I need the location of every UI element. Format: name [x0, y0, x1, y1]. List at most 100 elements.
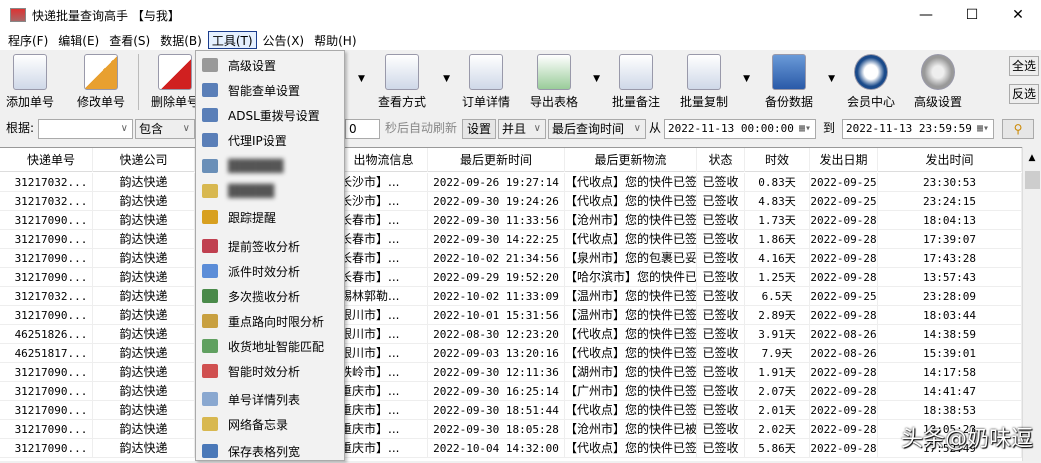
dropdown-icon[interactable]: ▼ — [828, 74, 835, 84]
table-row[interactable]: 31217090... 韵达快递 重庆市】... 2022-09-30 18:51:4… — [0, 401, 1022, 420]
scroll-thumb[interactable] — [1025, 171, 1040, 189]
table-cell: 2022-09-25 — [810, 192, 878, 211]
menu-data[interactable]: 数据(B) — [156, 31, 206, 49]
table-row[interactable]: 31217090... 韵达快递 铁岭市】... 2022-09-30 12:11:3… — [0, 363, 1022, 382]
table-row[interactable]: 31217090... 韵达快递 重庆市】... 2022-10-04 14:32:0… — [0, 439, 1022, 458]
table-row[interactable]: 31217032... 韵达快递 长沙市】... 2022-09-26 19:27:1… — [0, 173, 1022, 192]
column-header[interactable]: 发出时间 — [878, 148, 1022, 172]
menu-item[interactable]: █████ — [196, 179, 344, 203]
column-header[interactable]: 最后更新时间 — [428, 148, 565, 172]
chevron-down-icon: ∨ — [633, 123, 641, 134]
advanced-settings-button[interactable]: 高级设置 — [914, 54, 962, 110]
table-row[interactable]: 31217090... 韵达快递 长春市】... 2022-10-02 21:34:5… — [0, 249, 1022, 268]
column-header[interactable]: 最后更新物流 — [565, 148, 697, 172]
table-row[interactable]: 31217090... 韵达快递 长春市】... 2022-09-30 11:33:5… — [0, 211, 1022, 230]
batch-copy-button[interactable]: 批量复制 ▼ — [680, 54, 750, 110]
menu-item[interactable]: 高级设置 — [196, 53, 344, 77]
table-cell: 31217090... — [10, 420, 93, 439]
menu-item[interactable]: ██████ — [196, 154, 344, 178]
table-row[interactable]: 31217090... 韵达快递 重庆市】... 2022-09-30 18:05:2… — [0, 420, 1022, 439]
calendar-icon[interactable]: ▦▾ — [977, 120, 989, 138]
filter-bar: 根据: ∨ 包含 ∨ 0 秒后自动刷新 设置 并且 ∨ 最后查询时间 ∨ 从 2022… — [0, 117, 1041, 141]
menu-item[interactable]: 派件时效分析 — [196, 259, 344, 283]
table-cell: 韵达快递 — [93, 249, 195, 268]
vertical-scrollbar[interactable]: ▲ — [1022, 147, 1041, 461]
menu-item[interactable]: 智能查单设置 — [196, 78, 344, 102]
table-cell: 1.25天 — [745, 268, 810, 287]
backup-data-button[interactable]: 备份数据 ▼ — [765, 54, 835, 110]
view-mode-button[interactable]: 查看方式 ▼ ▼ — [358, 54, 450, 110]
dropdown-icon[interactable]: ▼ — [593, 74, 600, 84]
table-row[interactable]: 46251826... 韵达快递 银川市】... 2022-08-30 12:23:2… — [0, 325, 1022, 344]
to-datetime-picker[interactable]: 2022-11-13 23:59:59 ▦▾ — [842, 119, 994, 139]
maximize-button[interactable]: ☐ — [949, 0, 995, 30]
invert-selection-button[interactable]: 反选 — [1009, 84, 1039, 104]
table-cell: 2022-10-01 15:31:56 — [428, 306, 565, 325]
batch-note-button[interactable]: 批量备注 — [612, 54, 660, 110]
menu-item[interactable]: 代理IP设置 — [196, 128, 344, 152]
table-row[interactable]: 46251817... 韵达快递 银川市】... 2022-09-03 13:20:1… — [0, 344, 1022, 363]
order-detail-button[interactable]: 订单详情 — [462, 54, 510, 110]
member-center-button[interactable]: 会员中心 — [847, 54, 895, 110]
delete-number-button[interactable]: 删除单号 — [151, 54, 199, 110]
time-field-select[interactable]: 最后查询时间 ∨ — [548, 119, 646, 139]
menu-item-label: 保存表格列宽 — [228, 444, 301, 459]
search-button[interactable]: ⚲ — [1002, 119, 1034, 139]
table-row[interactable]: 31217090... 韵达快递 重庆市】... 2022-09-30 16:25:1… — [0, 382, 1022, 401]
menu-tools[interactable]: 工具(T) — [207, 31, 257, 49]
table-row[interactable]: 31217032... 韵达快递 长沙市】... 2022-09-30 19:24:2… — [0, 192, 1022, 211]
refresh-seconds-input[interactable]: 0 — [345, 119, 380, 139]
column-header[interactable]: 发出日期 — [810, 148, 878, 172]
menu-item[interactable]: 网络备忘录 — [196, 412, 344, 436]
table-cell: 31217032... — [10, 173, 93, 192]
value: 2022-11-13 23:59:59 — [846, 122, 972, 135]
menu-notice[interactable]: 公告(X) — [259, 31, 309, 49]
logic-select[interactable]: 并且 ∨ — [498, 119, 546, 139]
calendar-icon[interactable]: ▦▾ — [799, 120, 811, 138]
menu-item[interactable]: 智能时效分析 — [196, 359, 344, 383]
column-header[interactable]: 快递公司 — [93, 148, 195, 172]
dropdown-icon[interactable]: ▼ — [743, 74, 750, 84]
table-row[interactable]: 31217032... 韵达快递 锡林郭勒... 2022-10-02 11:33:0… — [0, 287, 1022, 306]
menu-item[interactable]: 提前签收分析 — [196, 234, 344, 258]
column-header[interactable]: 快递单号 — [10, 148, 93, 172]
menu-item[interactable]: ADSL重拨号设置 — [196, 103, 344, 127]
scroll-up-icon[interactable]: ▲ — [1023, 147, 1041, 169]
menu-item[interactable]: 多次揽收分析 — [196, 284, 344, 308]
table-row[interactable]: 31217090... 韵达快递 长春市】... 2022-09-29 19:52:2… — [0, 268, 1022, 287]
operator-select[interactable]: 包含 ∨ — [135, 119, 195, 139]
close-button[interactable]: ✕ — [995, 0, 1041, 30]
column-header[interactable]: 状态 — [697, 148, 745, 172]
column-header[interactable]: 出物流信息 — [340, 148, 428, 172]
field-select[interactable]: ∨ — [38, 119, 133, 139]
table-cell: 重庆市】... — [340, 420, 428, 439]
menu-view[interactable]: 查看(S) — [105, 31, 154, 49]
table-row[interactable]: 31217090... 韵达快递 银川市】... 2022-10-01 15:31:5… — [0, 306, 1022, 325]
dropdown-icon[interactable]: ▼ — [358, 74, 365, 84]
value: 包含 — [139, 122, 164, 136]
edit-number-button[interactable]: 修改单号 — [77, 54, 125, 110]
menu-item[interactable]: 重点路向时限分析 — [196, 309, 344, 333]
set-button[interactable]: 设置 — [462, 119, 497, 139]
table-row[interactable]: 31217090... 韵达快递 长春市】... 2022-09-30 14:22:2… — [0, 230, 1022, 249]
minimize-button[interactable]: — — [903, 0, 949, 30]
menu-edit[interactable]: 编辑(E) — [54, 31, 103, 49]
menu-item[interactable]: 收货地址智能匹配 — [196, 334, 344, 358]
table-cell: 韵达快递 — [93, 287, 195, 306]
export-table-button[interactable]: 导出表格 ▼ — [530, 54, 600, 110]
label: 批量备注 — [612, 95, 661, 109]
menu-program[interactable]: 程序(F) — [4, 31, 52, 49]
dropdown-icon[interactable]: ▼ — [443, 74, 450, 84]
add-number-button[interactable]: 添加单号 — [6, 54, 54, 110]
menu-item[interactable]: 保存表格列宽 — [196, 439, 344, 463]
menu-item[interactable]: 单号详情列表 — [196, 387, 344, 411]
from-datetime-picker[interactable]: 2022-11-13 00:00:00 ▦▾ — [664, 119, 816, 139]
column-header[interactable]: 时效 — [745, 148, 810, 172]
table-cell: 已签收 — [697, 192, 745, 211]
select-all-button[interactable]: 全选 — [1009, 56, 1039, 76]
table-cell: 2022-08-30 12:23:20 — [428, 325, 565, 344]
menu-help[interactable]: 帮助(H) — [310, 31, 360, 49]
menu-item[interactable]: 跟踪提醒 — [196, 205, 344, 229]
table-cell: 7.9天 — [745, 344, 810, 363]
table-cell: 31217090... — [10, 268, 93, 287]
